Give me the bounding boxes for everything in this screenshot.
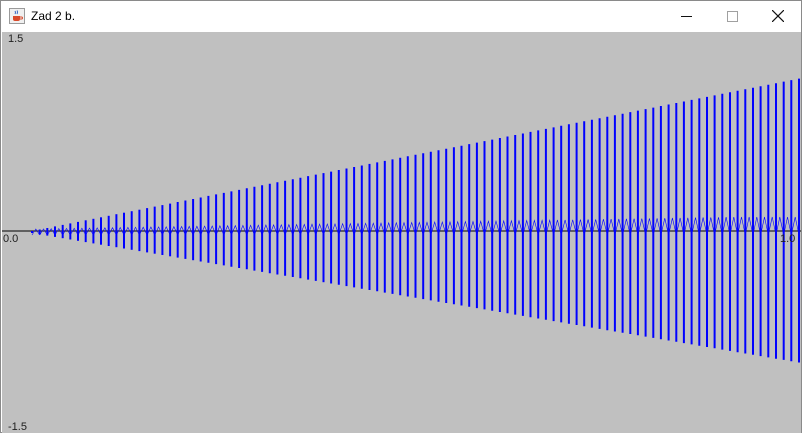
waveform-zigzag (729, 216, 738, 236)
waveform-zigzag (70, 227, 79, 236)
waveform-zigzag (453, 220, 462, 236)
waveform-zigzag (745, 216, 754, 236)
waveform-zigzag (568, 219, 577, 236)
waveform-zigzag (530, 219, 539, 236)
waveform-zigzag (31, 228, 40, 236)
waveform-zigzag (277, 223, 286, 236)
waveform-zigzag (284, 223, 294, 236)
waveform-zigzag (737, 216, 746, 236)
application-window: Zad 2 b. 1.5 0.0 -1.5 1.0 (0, 0, 802, 433)
waveform-zigzag (369, 222, 378, 236)
waveform-zigzag (300, 223, 309, 236)
waveform-zigzag (39, 228, 48, 236)
waveform-zigzag (445, 220, 455, 236)
waveform-zigzag (422, 221, 432, 236)
waveform-zigzag (607, 219, 616, 236)
waveform-zigzag (676, 217, 685, 236)
waveform-zigzag (683, 217, 692, 236)
waveform-zigzag (468, 220, 478, 236)
waveform-zigzag (54, 228, 63, 236)
waveform-zigzag (338, 222, 347, 236)
waveform-zigzag (254, 224, 263, 236)
waveform-plot (2, 78, 801, 363)
waveform-zigzag (699, 217, 708, 236)
maximize-icon (726, 10, 738, 22)
waveform-zigzag (637, 218, 646, 236)
waveform-zigzag (507, 219, 516, 236)
waveform-zigzag (722, 217, 731, 236)
waveform-zigzag (560, 219, 570, 236)
waveform-zigzag (622, 218, 631, 236)
y-min-label: -1.5 (8, 421, 27, 433)
waveform-zigzag (85, 227, 94, 236)
waveform-zigzag (261, 224, 271, 236)
waveform-zigzag (269, 224, 278, 236)
waveform-zigzag (62, 227, 71, 236)
waveform-zigzag (768, 216, 777, 236)
x-max-label: 1.0 (780, 233, 796, 245)
java-cup-icon (9, 8, 25, 24)
waveform-zigzag (77, 227, 86, 236)
waveform-zigzag (215, 225, 225, 236)
window-title: Zad 2 b. (31, 9, 76, 23)
waveform-zigzag (392, 221, 401, 236)
waveform-zigzag (583, 219, 593, 236)
waveform-zigzag (630, 218, 639, 236)
waveform-zigzag (330, 222, 340, 236)
waveform-zigzag (591, 219, 600, 236)
waveform-zigzag (514, 219, 524, 236)
waveform-zigzag (231, 224, 240, 236)
waveform-zigzag (47, 228, 56, 236)
y-max-label: 1.5 (8, 33, 24, 45)
waveform-zigzag (484, 220, 493, 236)
waveform-zigzag (553, 219, 562, 236)
waveform-zigzag (476, 220, 485, 236)
waveform-zigzag (430, 221, 439, 236)
waveform-zigzag (545, 219, 554, 236)
waveform-zigzag (537, 219, 547, 236)
waveform-zigzag (491, 219, 501, 236)
waveform-zigzag (246, 224, 255, 236)
waveform-zigzag (461, 220, 470, 236)
waveform-zigzag (522, 219, 531, 236)
waveform-zigzag (668, 217, 677, 236)
waveform-zigzag (407, 221, 416, 236)
waveform-zigzag (399, 221, 409, 236)
waveform-zigzag (361, 222, 370, 236)
waveform-zigzag (660, 218, 669, 236)
waveform-zigzag (599, 219, 608, 236)
waveform-zigzag (576, 219, 585, 236)
waveform-zigzag (307, 223, 317, 236)
waveform-zigzag (752, 216, 761, 236)
waveform-zigzag (238, 224, 248, 236)
waveform-zigzag (223, 224, 232, 236)
waveform-zigzag (706, 217, 715, 236)
close-button[interactable] (755, 1, 801, 31)
waveform-zigzag (499, 219, 508, 236)
waveform-zigzag (353, 222, 363, 236)
waveform-zigzag (292, 223, 301, 236)
minimize-icon (680, 15, 692, 17)
waveform-zigzag (346, 222, 355, 236)
waveform-zigzag (384, 221, 393, 236)
minimize-button[interactable] (663, 1, 709, 31)
y-zero-label: 0.0 (3, 233, 19, 245)
maximize-button[interactable] (709, 1, 755, 31)
waveform-zigzag (653, 218, 662, 236)
waveform-zigzag (614, 218, 623, 236)
waveform-zigzag (376, 222, 386, 236)
waveform-zigzag (315, 223, 324, 236)
waveform-zigzag (760, 216, 769, 236)
waveform-zigzag (645, 218, 654, 236)
waveform-zigzag (415, 221, 424, 236)
waveform-zigzag (438, 220, 447, 236)
plot-canvas: 1.5 0.0 -1.5 1.0 (2, 32, 801, 433)
waveform-zigzag (323, 223, 332, 236)
waveform-zigzag (691, 217, 700, 236)
close-icon (772, 10, 784, 22)
title-bar[interactable]: Zad 2 b. (1, 1, 801, 31)
waveform-zigzag (714, 217, 723, 236)
